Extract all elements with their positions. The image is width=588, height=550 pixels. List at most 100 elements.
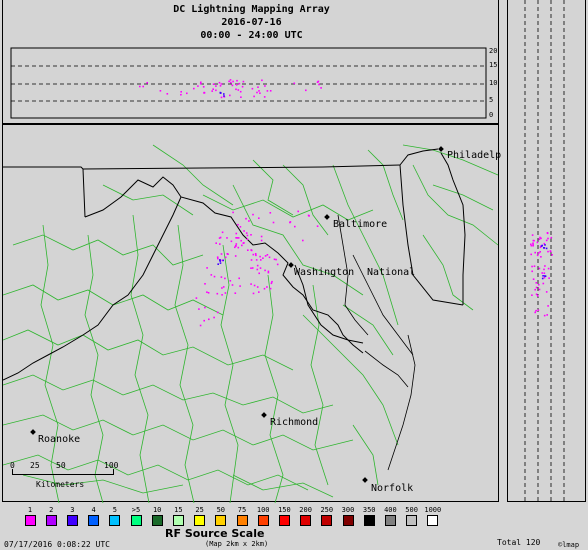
distance-scale-bar bbox=[12, 469, 114, 475]
lightning-source-dot bbox=[231, 84, 234, 87]
legend-color-swatch bbox=[236, 515, 248, 526]
lightning-source-dot bbox=[220, 96, 223, 99]
lightning-source-dot bbox=[250, 283, 252, 285]
lightning-source-dot bbox=[211, 90, 213, 92]
legend-color-swatch bbox=[194, 515, 206, 526]
lightning-source-dot bbox=[213, 316, 215, 319]
altitude-projection-panel: DC Lightning Mapping Array 2016-07-16 00… bbox=[2, 0, 499, 124]
lightning-source-dot bbox=[272, 221, 275, 224]
lightning-source-dot bbox=[197, 85, 199, 87]
lightning-source-dot bbox=[266, 254, 269, 256]
lightning-source-dot bbox=[212, 83, 215, 85]
lightning-source-dot bbox=[207, 292, 210, 294]
lightning-source-dot bbox=[246, 234, 249, 237]
lightning-source-dot bbox=[237, 237, 240, 239]
legend-item-label: 100 bbox=[256, 506, 270, 514]
altitude-tick-0: 0 bbox=[489, 111, 494, 119]
lightning-source-dot bbox=[238, 82, 241, 85]
plan-view-map bbox=[2, 124, 499, 503]
lightning-source-dot bbox=[260, 259, 262, 261]
lightning-source-dot bbox=[260, 235, 263, 238]
legend-color-swatch bbox=[24, 515, 36, 526]
lightning-source-dot bbox=[240, 239, 242, 242]
lightning-source-dot bbox=[224, 277, 226, 280]
lightning-source-dot bbox=[546, 314, 548, 316]
lightning-source-dot bbox=[221, 231, 224, 234]
legend-subtitle: (Map 2km x 2km) bbox=[205, 540, 269, 548]
legend-item: 350 bbox=[359, 506, 379, 526]
lightning-source-dot bbox=[239, 226, 242, 228]
city-label-washington: Washington bbox=[294, 267, 355, 278]
lightning-source-dot bbox=[530, 244, 533, 247]
lightning-source-dot bbox=[247, 249, 249, 251]
legend-item-label: 25 bbox=[195, 506, 204, 514]
lightning-source-dot bbox=[250, 259, 253, 261]
lightning-source-dot bbox=[223, 95, 225, 97]
lightning-source-dot bbox=[547, 250, 549, 253]
lightning-source-dot bbox=[257, 86, 259, 88]
lightning-source-dot bbox=[218, 81, 221, 84]
legend-color-swatch bbox=[257, 515, 269, 526]
lightning-source-dot bbox=[530, 253, 532, 256]
legend-item-label: 3 bbox=[70, 506, 75, 514]
legend-item: 15 bbox=[168, 506, 188, 526]
lightning-source-dot bbox=[232, 211, 234, 214]
lightning-source-dot bbox=[543, 272, 546, 274]
lightning-source-dot bbox=[547, 305, 549, 307]
legend-item-label: 350 bbox=[362, 506, 376, 514]
lightning-source-dot bbox=[224, 256, 227, 259]
lightning-source-dot bbox=[550, 236, 553, 239]
legend-color-swatch bbox=[215, 515, 227, 526]
lightning-source-dot bbox=[180, 93, 182, 96]
lightning-source-dot bbox=[245, 232, 248, 234]
lightning-source-dot bbox=[289, 221, 291, 224]
lightning-source-dot bbox=[234, 255, 237, 257]
lightning-source-dot bbox=[541, 272, 543, 274]
lightning-source-dot bbox=[222, 259, 224, 262]
legend-color-swatch bbox=[151, 515, 163, 526]
legend-item-label: 500 bbox=[405, 506, 418, 514]
lightning-source-dot bbox=[532, 239, 535, 242]
lightning-source-dot bbox=[269, 90, 272, 92]
lightning-source-dot bbox=[231, 284, 234, 286]
lightning-source-dot bbox=[269, 287, 272, 290]
legend-item: 1000 bbox=[423, 506, 443, 526]
lightning-source-dot bbox=[256, 91, 258, 94]
lightning-source-dot bbox=[543, 276, 546, 279]
lightning-source-dot bbox=[256, 264, 259, 267]
lightning-source-dot bbox=[305, 89, 307, 92]
lightning-source-dot bbox=[246, 238, 249, 240]
lightning-source-dot bbox=[258, 90, 260, 92]
lightning-source-dot bbox=[206, 291, 208, 293]
legend-item: 250 bbox=[317, 506, 337, 526]
lightning-source-dot bbox=[237, 246, 240, 249]
lightning-source-dot bbox=[541, 277, 544, 280]
lightning-source-dot bbox=[532, 243, 534, 246]
legend-item-label: 5 bbox=[112, 506, 117, 514]
lightning-source-dot bbox=[263, 96, 266, 98]
lightning-source-dot bbox=[543, 314, 546, 317]
legend-item: 3 bbox=[62, 506, 82, 526]
legend-item-label: 75 bbox=[237, 506, 247, 514]
legend-item: >5 bbox=[126, 506, 146, 526]
legend-item: 150 bbox=[274, 506, 294, 526]
lightning-source-dot bbox=[229, 94, 231, 97]
lightning-source-dot bbox=[230, 240, 233, 243]
lightning-source-dot bbox=[538, 288, 541, 291]
lightning-source-dot bbox=[260, 239, 263, 242]
lightning-source-dot bbox=[202, 86, 205, 88]
lightning-source-dot bbox=[243, 242, 245, 244]
legend-color-swatch bbox=[45, 515, 57, 526]
legend-item-label: 200 bbox=[299, 506, 312, 514]
lightning-source-dot bbox=[536, 241, 539, 244]
lightning-source-dot bbox=[538, 238, 541, 241]
lightning-source-dot bbox=[220, 276, 223, 278]
lightning-source-dot bbox=[220, 83, 223, 85]
lightning-source-dot bbox=[206, 267, 208, 269]
legend-color-swatch bbox=[342, 515, 354, 526]
lightning-source-dot bbox=[240, 96, 242, 98]
lightning-source-dot bbox=[255, 254, 257, 257]
lightning-source-dot bbox=[547, 267, 550, 270]
legend-item: 50 bbox=[211, 506, 231, 526]
legend-color-swatch bbox=[88, 515, 100, 526]
